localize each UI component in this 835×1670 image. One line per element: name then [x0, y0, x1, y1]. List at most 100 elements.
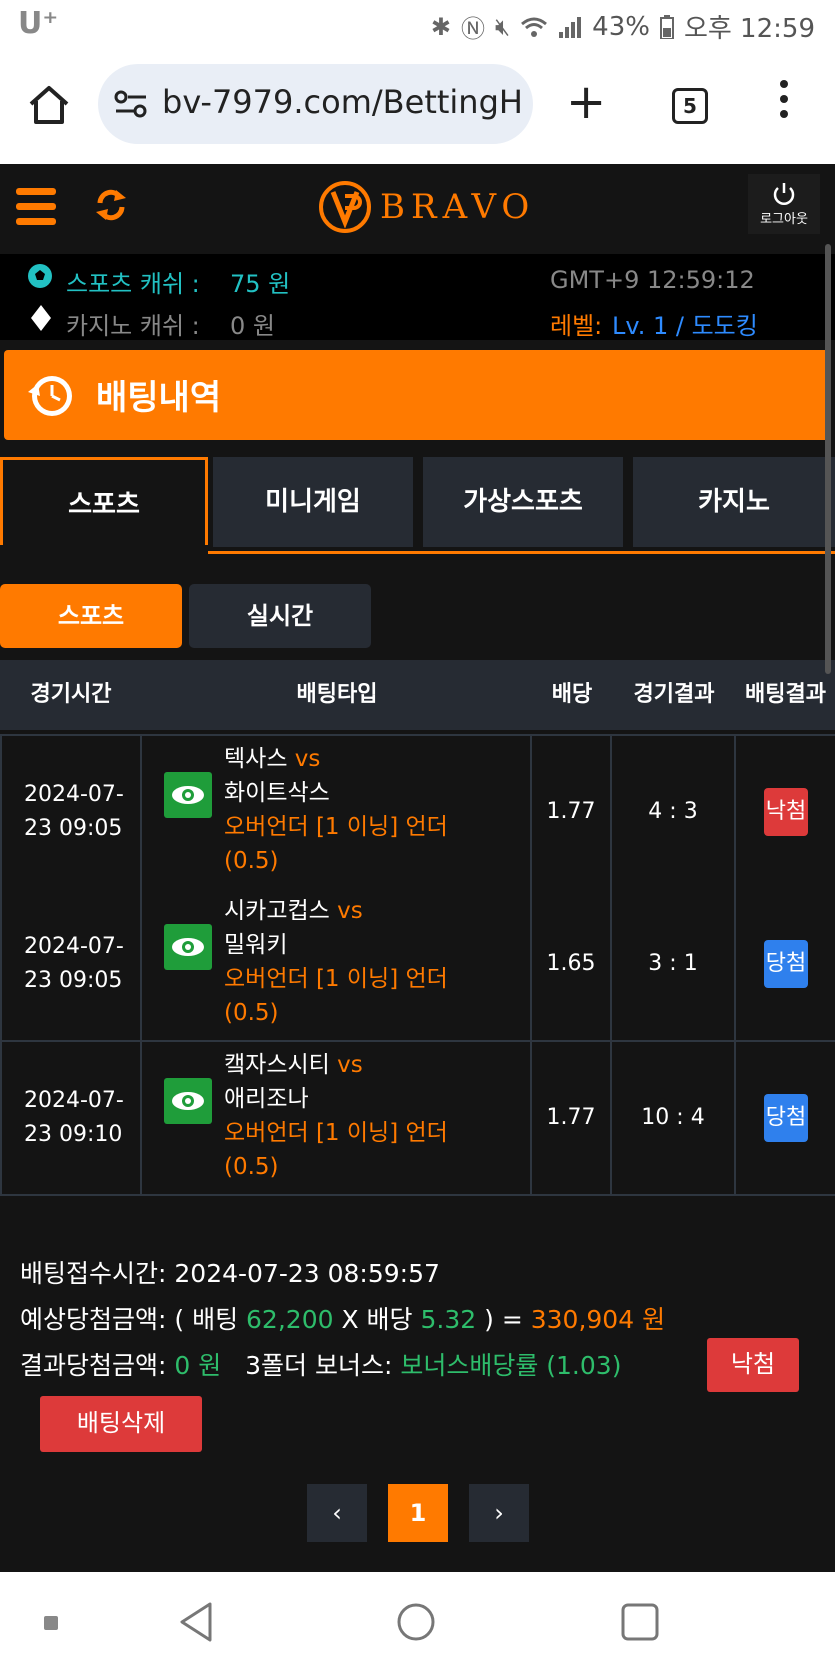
- status-bar: U⁺ ✱ Ⓝ 🔇︎ 43% 오후 12:59: [0, 0, 835, 50]
- logout-label: 로그아웃: [760, 212, 808, 227]
- next-page-button[interactable]: ›: [469, 1484, 529, 1542]
- status-badge: 당첨: [764, 940, 808, 988]
- nfc-icon: Ⓝ: [461, 15, 486, 43]
- sports-cash-value: 75 원: [230, 270, 291, 298]
- sports-cash-label: 스포츠 캐쉬 :: [66, 270, 200, 298]
- menu-icon[interactable]: [16, 188, 56, 233]
- new-tab-icon[interactable]: +: [566, 78, 606, 126]
- bet-type: 오버언더 [1 이닝] 언더: [224, 814, 448, 840]
- result-label: 결과당첨금액:: [20, 1351, 167, 1380]
- power-icon: [773, 183, 795, 205]
- casino-cash-label: 카지노 캐쉬 :: [66, 312, 200, 340]
- signal-icon: [559, 16, 582, 38]
- status-badge: 당첨: [764, 1094, 808, 1142]
- bet-amount: 62,200: [246, 1305, 334, 1334]
- row-date: 2024-07-: [24, 782, 124, 807]
- expected-payout-line: 예상당첨금액: ( 배팅 62,200 X 배당 5.32 ) = 330,90…: [20, 1300, 665, 1336]
- home-team: 캨자스시티: [224, 1052, 330, 1078]
- table-row: 2024-07- 23 09:05 시카고컵스 vs 밀워키 오버언더 [1 이닝…: [0, 888, 835, 1042]
- row-time: 23 09:05: [24, 816, 123, 841]
- eye-icon[interactable]: [164, 1078, 212, 1124]
- main-tabs: 스포츠 미니게임 가상스포츠 카지노: [0, 457, 835, 551]
- recents-icon[interactable]: [620, 1602, 660, 1642]
- url-text[interactable]: bv-7979.com/BettingH: [162, 83, 522, 121]
- row-time: 23 09:05: [24, 968, 123, 993]
- vs-label: vs: [337, 1052, 363, 1078]
- site-settings-icon[interactable]: [114, 88, 148, 120]
- header-bet-type: 배팅타입: [296, 682, 378, 707]
- table-row: 2024-07- 23 09:10 캨자스시티 vs 애리조나 오버언더 [1 이…: [0, 1042, 835, 1196]
- subtab-live[interactable]: 실시간: [189, 584, 371, 648]
- expected-payout: 330,904 원: [530, 1305, 666, 1334]
- scrollbar[interactable]: [825, 244, 831, 674]
- tab-switcher-button[interactable]: 5: [672, 88, 708, 124]
- equals-sign: ) =: [484, 1305, 523, 1334]
- row-score: 3 : 1: [612, 888, 736, 1040]
- receipt-value: 2024-07-23 08:59:57: [174, 1259, 440, 1288]
- address-bar[interactable]: bv-7979.com/BettingH: [98, 64, 533, 144]
- server-clock: GMT+9 12:59:12: [550, 266, 755, 294]
- delete-bet-button[interactable]: 배팅삭제: [40, 1396, 202, 1452]
- carrier-label: U⁺: [18, 6, 59, 41]
- status-badge: 낙첨: [764, 788, 808, 836]
- web-page: BRAVO 로그아웃 스포츠 캐쉬 : 75 원 카지노 캐쉬 : 0 원 GM…: [0, 164, 835, 1572]
- more-menu-icon[interactable]: [780, 80, 788, 125]
- tab-virtual-sports[interactable]: 가상스포츠: [423, 457, 623, 547]
- bluetooth-icon: ✱: [430, 12, 452, 41]
- site-logo[interactable]: BRAVO: [318, 178, 535, 236]
- home-icon[interactable]: [26, 82, 72, 128]
- receipt-time-line: 배팅접수시간: 2024-07-23 08:59:57: [20, 1254, 440, 1290]
- subtab-sports[interactable]: 스포츠: [0, 584, 182, 648]
- clock: 오후 12:59: [683, 14, 815, 44]
- status-icons: ✱ Ⓝ 🔇︎ 43% 오후 12:59: [431, 8, 815, 45]
- home-team: 텍사스: [224, 746, 288, 772]
- row-score: 4 : 3: [612, 736, 736, 888]
- vs-label: vs: [294, 746, 321, 772]
- nav-dot-icon[interactable]: [44, 1616, 58, 1630]
- logo-text: BRAVO: [380, 187, 536, 227]
- bet-line: (0.5): [224, 848, 279, 874]
- site-header: BRAVO 로그아웃: [0, 164, 835, 254]
- history-clock-icon: [28, 376, 72, 416]
- bet-type: 오버언더 [1 이닝] 언더: [224, 1120, 448, 1146]
- result-payout-line: 결과당첨금액: 0 원 3폴더 보너스: 보너스배당률 (1.03): [20, 1346, 621, 1382]
- row-odds: 1.77: [532, 736, 612, 888]
- result-value: 0 원: [174, 1351, 222, 1380]
- eye-icon[interactable]: [164, 924, 212, 970]
- refresh-icon[interactable]: [92, 186, 130, 224]
- row-date: 2024-07-: [24, 934, 124, 959]
- prev-page-button[interactable]: ‹: [307, 1484, 367, 1542]
- eye-icon[interactable]: [164, 772, 212, 818]
- overall-status-badge: 낙첨: [707, 1338, 799, 1392]
- back-icon[interactable]: [176, 1600, 216, 1644]
- bet-type: 오버언더 [1 이닝] 언더: [224, 966, 448, 992]
- android-nav-bar: [0, 1572, 835, 1670]
- page-1-button[interactable]: 1: [388, 1484, 448, 1542]
- tab-minigame[interactable]: 미니게임: [213, 457, 413, 547]
- match-info: 텍사스 vs 화이트삭스 오버언더 [1 이닝] 언더 (0.5): [224, 742, 454, 878]
- level-label: 레벨:: [550, 312, 603, 340]
- page-title-bar: 배팅내역: [4, 350, 831, 440]
- wifi-icon: [521, 17, 548, 37]
- table-row: 2024-07- 23 09:05 텍사스 vs 화이트삭스 오버언더 [1 이닝…: [0, 734, 835, 890]
- match-info: 시카고컵스 vs 밀워키 오버언더 [1 이닝] 언더 (0.5): [224, 894, 454, 1030]
- receipt-label: 배팅접수시간:: [20, 1259, 167, 1288]
- away-team: 밀워키: [224, 932, 288, 958]
- tab-casino[interactable]: 카지노: [633, 457, 835, 547]
- casino-cash-value: 0 원: [230, 312, 275, 340]
- home-nav-icon[interactable]: [396, 1602, 436, 1642]
- vs-label: vs: [337, 898, 363, 924]
- away-team: 화이트삭스: [224, 780, 330, 806]
- battery-icon: [659, 14, 674, 39]
- header-match-time: 경기시간: [30, 682, 112, 707]
- logout-button[interactable]: 로그아웃: [748, 174, 820, 234]
- away-team: 애리조나: [224, 1086, 309, 1112]
- match-info: 캨자스시티 vs 애리조나 오버언더 [1 이닝] 언더 (0.5): [224, 1048, 454, 1184]
- table-header: 경기시간 배팅타입 배당 경기결과 배팅결과: [0, 660, 835, 730]
- header-odds: 배당: [551, 682, 593, 707]
- row-date: 2024-07-: [24, 1088, 124, 1113]
- page-title: 배팅내역: [96, 378, 222, 418]
- bet-line: (0.5): [224, 1154, 279, 1180]
- tab-sports[interactable]: 스포츠: [0, 457, 208, 545]
- battery-percent: 43%: [592, 11, 650, 42]
